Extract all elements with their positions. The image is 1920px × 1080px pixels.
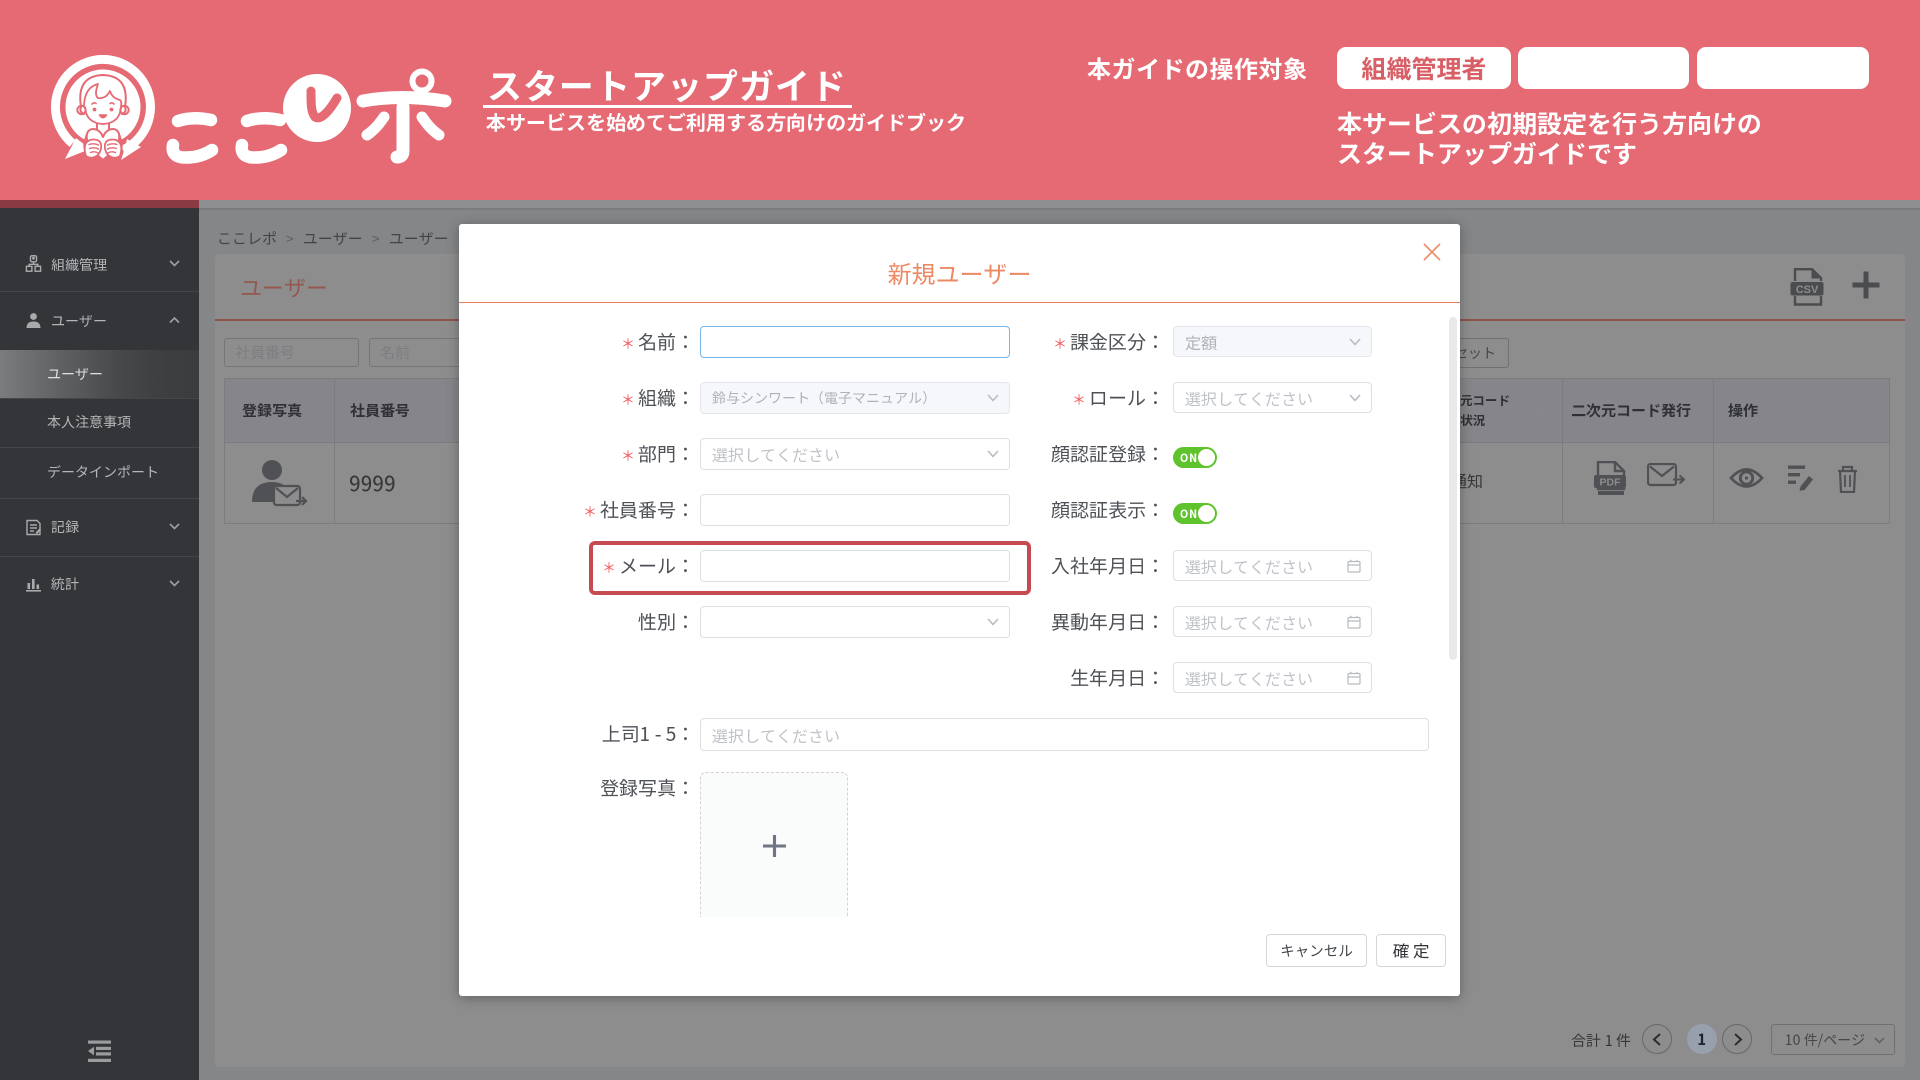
svg-text:PDF: PDF [1600,477,1622,489]
svg-text:CSV: CSV [1796,284,1819,296]
